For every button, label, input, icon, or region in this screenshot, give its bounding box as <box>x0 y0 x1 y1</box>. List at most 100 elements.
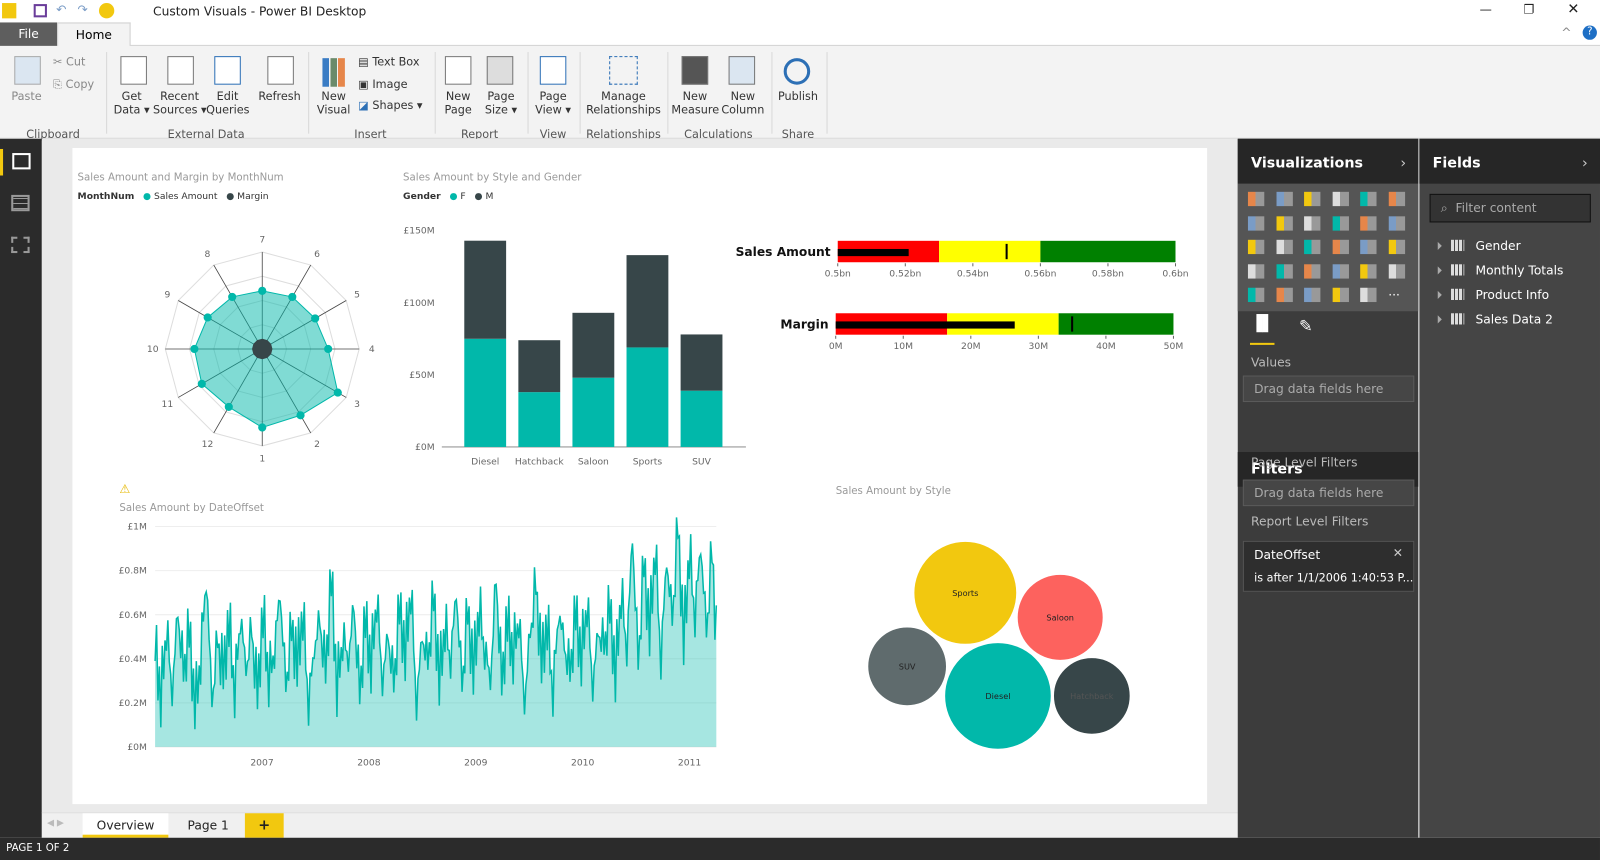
add-page-button[interactable]: + <box>244 813 284 838</box>
visual-type-icon[interactable] <box>1332 215 1349 231</box>
fields-pane: Fields › ⌕ Filter content Gender Monthly … <box>1419 138 1600 838</box>
field-table-monthly-totals[interactable]: Monthly Totals <box>1437 263 1563 278</box>
visual-type-icon[interactable] <box>1304 263 1321 279</box>
table-name: Sales Data 2 <box>1475 312 1553 327</box>
expand-icon[interactable] <box>1437 315 1442 324</box>
y-tick-label: £100M <box>403 298 434 309</box>
collapse-ribbon-icon[interactable]: ^ <box>1561 26 1571 40</box>
bullet-tick-label: 10M <box>893 341 913 352</box>
collapse-chevron-icon[interactable]: › <box>1582 139 1588 188</box>
radar-category-label: 2 <box>314 439 320 450</box>
expand-icon[interactable] <box>1437 266 1442 275</box>
values-label: Values <box>1251 355 1292 370</box>
radar-category-label: 1 <box>259 454 265 465</box>
filter-content-search[interactable]: ⌕ Filter content <box>1429 193 1591 223</box>
radar-category-label: 11 <box>162 399 174 410</box>
radar-category-label: 8 <box>205 249 211 260</box>
radar-point-sales-amount <box>311 314 320 323</box>
visual-type-icon[interactable] <box>1332 287 1349 303</box>
x-tick-label: Diesel <box>471 456 499 467</box>
visual-gallery: ··· <box>1237 183 1419 312</box>
radar-point-sales-amount <box>190 344 199 354</box>
bar-segment-m <box>626 255 669 348</box>
prev-page-arrow[interactable]: ◀ ▶ <box>47 818 64 828</box>
visual-type-icon[interactable] <box>1360 263 1377 279</box>
minimize-button[interactable]: — <box>1480 2 1492 16</box>
radar-category-label: 9 <box>164 289 170 300</box>
fields-tab-button[interactable]: ▐▌ <box>1249 314 1275 345</box>
visual-type-icon[interactable] <box>1247 287 1265 303</box>
bar-segment-f <box>626 347 669 447</box>
visual-type-icon[interactable] <box>1247 239 1265 255</box>
visual-type-icon[interactable] <box>1276 263 1293 279</box>
search-icon: ⌕ <box>1440 201 1448 216</box>
visual-type-icon[interactable] <box>1304 215 1321 231</box>
visual-type-icon[interactable] <box>1388 239 1405 255</box>
y-tick-label: £1M <box>127 522 147 533</box>
visual-type-icon[interactable] <box>1247 191 1265 207</box>
visual-type-icon[interactable] <box>1276 191 1293 207</box>
bar-segment-m <box>680 334 723 391</box>
bullet-target-marker <box>1071 316 1074 332</box>
visual-type-icon[interactable] <box>1247 215 1265 231</box>
bullet-label: Margin <box>780 318 828 332</box>
radar-point-sales-amount <box>296 411 305 420</box>
visual-type-icon[interactable] <box>1388 191 1405 207</box>
radar-category-label: 10 <box>147 344 159 355</box>
x-tick-label: 2011 <box>678 757 701 768</box>
x-tick-label: Saloon <box>578 456 609 467</box>
maximize-button[interactable]: ❐ <box>1523 2 1534 16</box>
radar-point-sales-amount <box>197 379 206 388</box>
visual-type-icon[interactable] <box>1332 239 1349 255</box>
pane-title: Visualizations <box>1251 155 1363 172</box>
page-level-filters-label: Page Level Filters <box>1251 455 1358 470</box>
field-table-gender[interactable]: Gender <box>1437 239 1521 253</box>
visual-type-icon[interactable] <box>1360 287 1377 303</box>
x-tick-label: Sports <box>633 456 663 467</box>
more-visuals-icon[interactable]: ··· <box>1388 288 1404 302</box>
collapse-chevron-icon[interactable]: › <box>1400 139 1406 188</box>
radar-category-label: 5 <box>354 289 360 300</box>
radar-point-sales-amount <box>228 292 237 302</box>
visual-type-icon[interactable] <box>1276 239 1293 255</box>
table-icon <box>1451 239 1465 252</box>
page-tab-overview[interactable]: Overview <box>82 813 169 838</box>
filter-card[interactable]: DateOffset ✕ is after 1/1/2006 1:40:53 P… <box>1242 540 1415 592</box>
visual-type-icon[interactable] <box>1360 239 1377 255</box>
y-tick-label: £0M <box>127 742 147 753</box>
visual-type-icon[interactable] <box>1304 239 1321 255</box>
x-tick-label: SUV <box>692 456 712 467</box>
visual-type-icon[interactable] <box>1360 215 1377 231</box>
visual-type-icon[interactable] <box>1332 191 1349 207</box>
visual-type-icon[interactable] <box>1388 215 1405 231</box>
y-tick-label: £0.6M <box>119 610 147 621</box>
x-tick-label: Hatchback <box>515 456 564 467</box>
field-table-sales-data-2[interactable]: Sales Data 2 <box>1437 312 1553 327</box>
values-drop-zone[interactable]: Drag data fields here <box>1242 375 1415 403</box>
bubble-label: Diesel <box>985 691 1010 701</box>
bullet-tick-label: 0.5bn <box>825 269 851 280</box>
page-tabs: ◀ ▶ Overview Page 1 + <box>41 812 1238 838</box>
radar-point-sales-amount <box>203 313 212 322</box>
search-placeholder: Filter content <box>1455 201 1537 216</box>
visual-type-icon[interactable] <box>1332 263 1349 279</box>
page-filters-drop-zone[interactable]: Drag data fields here <box>1242 479 1415 507</box>
close-button[interactable]: ✕ <box>1567 1 1579 17</box>
visual-type-icon[interactable] <box>1276 287 1293 303</box>
bullet-band <box>1058 313 1174 335</box>
visual-type-icon[interactable] <box>1247 263 1265 279</box>
visual-type-icon[interactable] <box>1360 191 1377 207</box>
visual-type-icon[interactable] <box>1304 287 1321 303</box>
expand-icon[interactable] <box>1437 290 1442 299</box>
bullet-tick-label: 40M <box>1096 341 1116 352</box>
page-tab-page1[interactable]: Page 1 <box>172 813 243 837</box>
remove-filter-icon[interactable]: ✕ <box>1393 546 1403 560</box>
expand-icon[interactable] <box>1437 241 1442 250</box>
visual-type-icon[interactable] <box>1388 263 1405 279</box>
radar-category-label: 12 <box>202 439 214 450</box>
help-icon[interactable]: ? <box>1582 25 1597 40</box>
format-paintbrush-icon[interactable]: ✎ <box>1299 316 1313 335</box>
field-table-product-info[interactable]: Product Info <box>1437 288 1549 302</box>
visual-type-icon[interactable] <box>1276 215 1293 231</box>
visual-type-icon[interactable] <box>1304 191 1321 207</box>
